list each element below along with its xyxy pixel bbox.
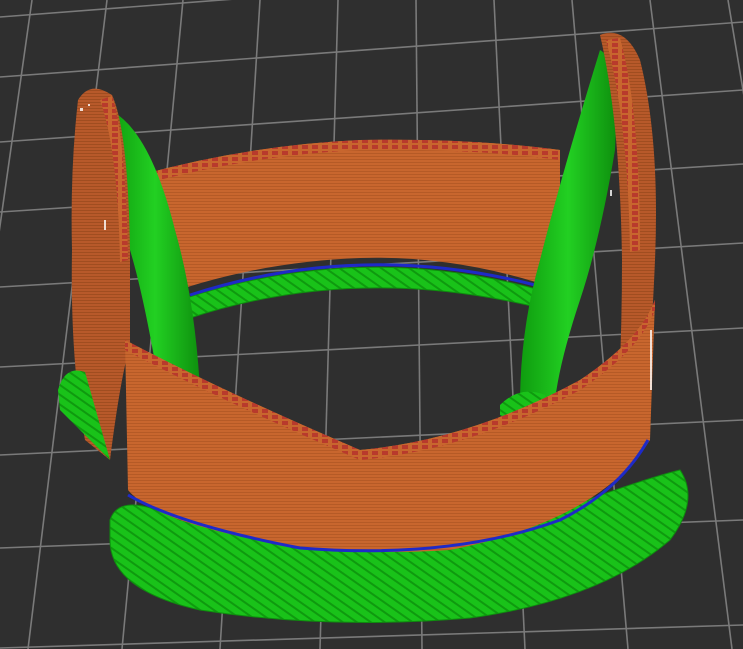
3d-viewport[interactable]: [0, 0, 743, 649]
scene: [0, 0, 743, 649]
